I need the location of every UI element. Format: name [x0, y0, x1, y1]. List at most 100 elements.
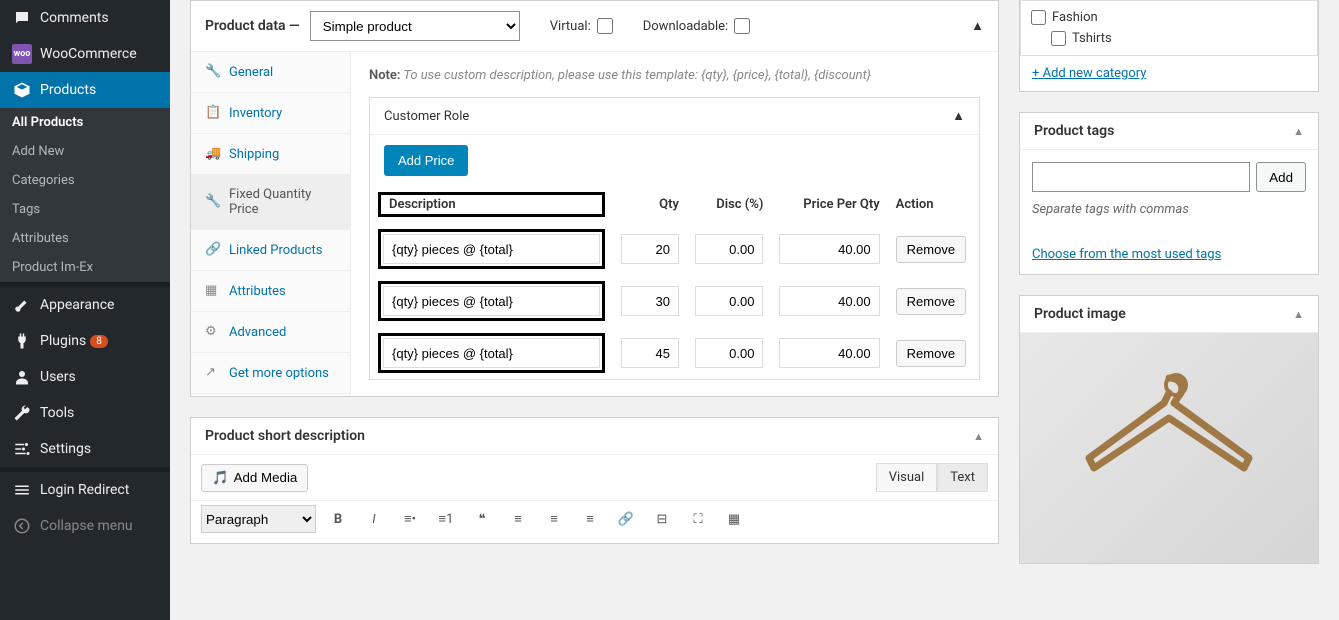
bold-icon[interactable]: B: [324, 505, 352, 533]
text-tab[interactable]: Text: [937, 463, 988, 492]
wrench-icon: 🔧: [205, 194, 221, 210]
submenu-product-imex[interactable]: Product Im-Ex: [0, 253, 170, 282]
more-icon[interactable]: ⊟: [648, 505, 676, 533]
visual-tab[interactable]: Visual: [876, 463, 938, 492]
col-description: Description: [383, 197, 456, 212]
sidebar-item-login-redirect[interactable]: Login Redirect: [0, 472, 170, 508]
sidebar-item-comments[interactable]: Comments: [0, 0, 170, 36]
tab-shipping[interactable]: 🚚Shipping: [191, 134, 350, 175]
link-icon[interactable]: 🔗: [612, 505, 640, 533]
remove-button[interactable]: Remove: [896, 236, 966, 263]
submenu-categories[interactable]: Categories: [0, 166, 170, 195]
short-desc-title: Product short description: [205, 428, 365, 444]
truck-icon: 🚚: [205, 146, 221, 162]
downloadable-checkbox[interactable]: [734, 18, 750, 34]
disc-input[interactable]: [695, 338, 764, 368]
ppq-input[interactable]: [779, 338, 879, 368]
align-center-icon[interactable]: ≡: [540, 505, 568, 533]
qty-input[interactable]: [621, 234, 679, 264]
submenu-all-products[interactable]: All Products: [0, 108, 170, 137]
format-select[interactable]: Paragraph: [201, 505, 316, 533]
chevron-up-icon[interactable]: ▲: [1293, 125, 1304, 138]
short-description-panel: Product short description ▲ 🎵Add Media Vi…: [190, 417, 999, 544]
sidebar-item-tools[interactable]: Tools: [0, 395, 170, 431]
category-item[interactable]: Fashion: [1021, 7, 1317, 28]
tab-general[interactable]: 🔧General: [191, 52, 350, 93]
category-checkbox[interactable]: [1051, 31, 1066, 46]
col-price-per-qty: Price Per Qty: [771, 186, 887, 223]
chevron-up-icon[interactable]: ▲: [973, 430, 984, 443]
tag-input[interactable]: [1032, 162, 1250, 192]
gear-icon: ⚙: [205, 324, 221, 340]
brush-icon: [12, 295, 32, 315]
add-new-category-link[interactable]: + Add new category: [1032, 66, 1146, 81]
italic-icon[interactable]: I: [360, 505, 388, 533]
sidebar-item-users[interactable]: Users: [0, 359, 170, 395]
align-right-icon[interactable]: ≡: [576, 505, 604, 533]
tab-linked-products[interactable]: 🔗Linked Products: [191, 230, 350, 271]
chevron-up-icon[interactable]: ▲: [1293, 308, 1304, 321]
choose-tags-link[interactable]: Choose from the most used tags: [1032, 247, 1221, 262]
sidebar-item-collapse[interactable]: Collapse menu: [0, 508, 170, 544]
virtual-checkbox[interactable]: [597, 18, 613, 34]
ol-icon[interactable]: ≡1: [432, 505, 460, 533]
product-image[interactable]: [1020, 333, 1318, 563]
remove-button[interactable]: Remove: [896, 288, 966, 315]
link-icon: 🔗: [205, 242, 221, 258]
admin-sidebar: Comments wooWooCommerce Products All Pro…: [0, 0, 170, 620]
ext-icon: ↗: [205, 365, 221, 381]
product-image-panel: Product image ▲: [1019, 295, 1319, 564]
doc-icon: 📋: [205, 105, 221, 121]
redirect-icon: [12, 480, 32, 500]
disc-input[interactable]: [695, 234, 764, 264]
desc-input[interactable]: [383, 338, 600, 368]
category-item[interactable]: Tshirts: [1021, 28, 1317, 49]
desc-input[interactable]: [383, 286, 600, 316]
comment-icon: [12, 8, 32, 28]
chevron-up-icon[interactable]: ▲: [971, 18, 984, 34]
toolbar-toggle-icon[interactable]: ▦: [720, 505, 748, 533]
submenu-attributes[interactable]: Attributes: [0, 224, 170, 253]
tab-inventory[interactable]: 📋Inventory: [191, 93, 350, 134]
col-action: Action: [888, 186, 979, 223]
collapse-icon: [12, 516, 32, 536]
category-checkbox[interactable]: [1031, 10, 1046, 25]
add-price-button[interactable]: Add Price: [384, 145, 468, 176]
role-title: Customer Role: [384, 109, 469, 124]
virtual-label: Virtual:: [550, 19, 591, 34]
align-left-icon[interactable]: ≡: [504, 505, 532, 533]
sidebar-item-settings[interactable]: Settings: [0, 431, 170, 467]
woo-icon: woo: [12, 44, 32, 64]
product-data-title: Product data —: [205, 18, 300, 34]
tags-hint: Separate tags with commas: [1032, 202, 1306, 217]
tab-fixed-quantity-price[interactable]: 🔧Fixed Quantity Price: [191, 175, 350, 230]
add-tag-button[interactable]: Add: [1256, 162, 1306, 192]
sidebar-item-woocommerce[interactable]: wooWooCommerce: [0, 36, 170, 72]
sidebar-item-products[interactable]: Products: [0, 72, 170, 108]
ul-icon[interactable]: ≡•: [396, 505, 424, 533]
tab-attributes[interactable]: ▦Attributes: [191, 271, 350, 312]
qty-input[interactable]: [621, 286, 679, 316]
tags-title: Product tags: [1034, 123, 1114, 139]
price-row: Remove: [370, 327, 979, 379]
desc-input[interactable]: [383, 234, 600, 264]
product-type-select[interactable]: Simple product: [310, 11, 520, 41]
disc-input[interactable]: [695, 286, 764, 316]
ppq-input[interactable]: [779, 286, 879, 316]
downloadable-label: Downloadable:: [643, 19, 728, 34]
qty-input[interactable]: [621, 338, 679, 368]
sidebar-item-plugins[interactable]: Plugins8: [0, 323, 170, 359]
tab-get-more-options[interactable]: ↗Get more options: [191, 353, 350, 394]
quote-icon[interactable]: ❝: [468, 505, 496, 533]
image-title: Product image: [1034, 306, 1126, 322]
remove-button[interactable]: Remove: [896, 340, 966, 367]
chevron-up-icon[interactable]: ▲: [952, 108, 965, 124]
tab-advanced[interactable]: ⚙Advanced: [191, 312, 350, 353]
submenu-add-new[interactable]: Add New: [0, 137, 170, 166]
sidebar-item-appearance[interactable]: Appearance: [0, 287, 170, 323]
add-media-button[interactable]: 🎵Add Media: [201, 464, 308, 492]
submenu-tags[interactable]: Tags: [0, 195, 170, 224]
col-qty: Qty: [613, 186, 687, 223]
fullscreen-icon[interactable]: ⛶: [684, 505, 712, 533]
ppq-input[interactable]: [779, 234, 879, 264]
